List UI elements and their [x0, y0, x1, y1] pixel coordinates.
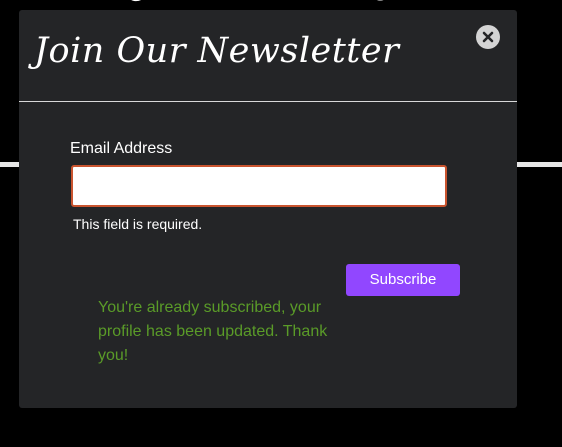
- page-background: Join Our Newsletter Email Address This f…: [0, 0, 562, 447]
- newsletter-modal: Join Our Newsletter Email Address This f…: [19, 10, 517, 408]
- close-icon: [482, 31, 494, 43]
- background-divider: [0, 162, 19, 167]
- modal-header: Join Our Newsletter: [19, 10, 517, 102]
- email-label: Email Address: [70, 140, 173, 157]
- close-button[interactable]: [476, 25, 500, 49]
- email-field[interactable]: [71, 165, 447, 207]
- email-error-message: This field is required.: [73, 216, 203, 232]
- background-divider: [517, 162, 562, 167]
- modal-title: Join Our Newsletter: [34, 31, 400, 71]
- subscribe-button[interactable]: Subscribe: [346, 264, 460, 296]
- subscription-status-message: You're already subscribed, your profile …: [98, 299, 328, 364]
